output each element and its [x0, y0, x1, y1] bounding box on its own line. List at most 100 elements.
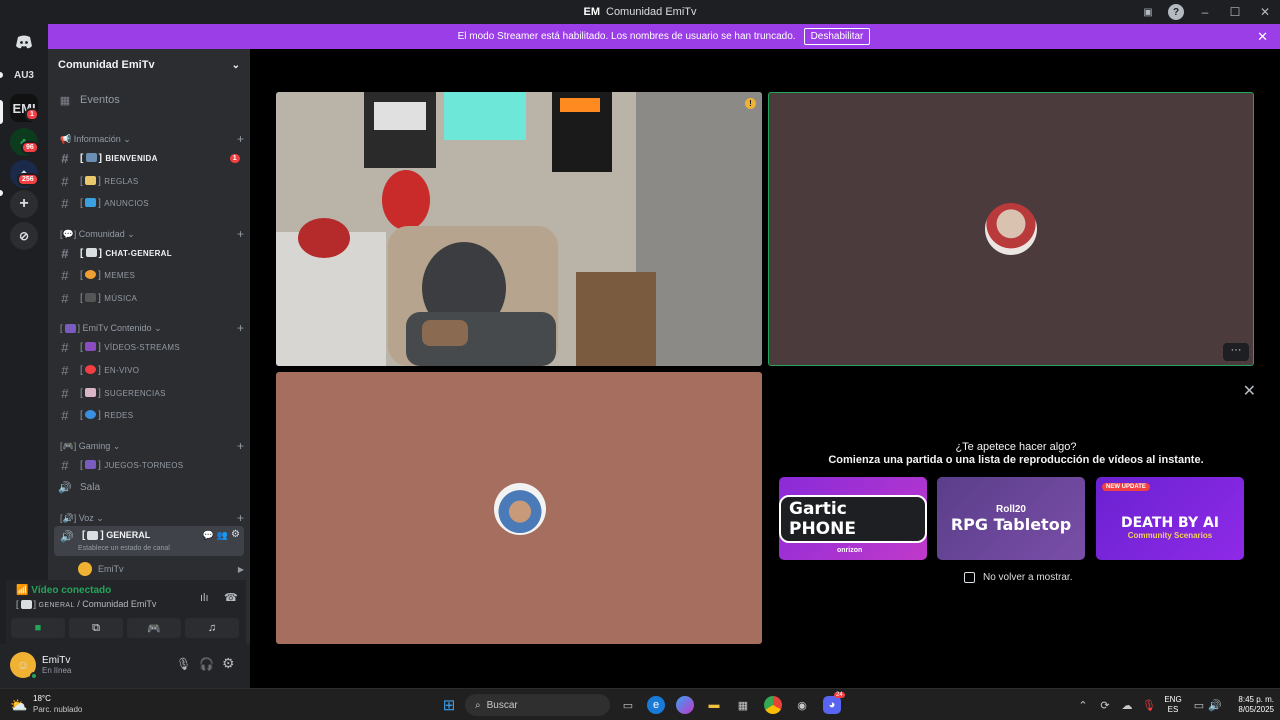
dont-show-checkbox[interactable]: No volver a mostrar. [964, 572, 1072, 583]
voice-member[interactable]: EmiTv ▶ [78, 561, 244, 577]
create-channel-icon[interactable]: + [237, 132, 244, 146]
invite-icon[interactable]: 👥 [217, 530, 228, 541]
server-au3[interactable]: AU3 [10, 61, 38, 89]
discord-taskbar-icon[interactable]: ◕ [823, 696, 841, 714]
gear-icon[interactable]: ⚙ [231, 529, 240, 540]
soundboard-button[interactable]: ♫ [185, 618, 239, 638]
channel-bienvenida-label: BIENVENIDA [105, 153, 158, 163]
disconnect-icon[interactable]: ☎ [224, 591, 238, 604]
chrome-icon[interactable] [764, 696, 782, 714]
headphones-icon[interactable]: 🎧 [199, 657, 214, 671]
video-tile-user[interactable] [276, 372, 762, 644]
gartic-title: Gartic PHONE [779, 494, 927, 543]
channel-juegos[interactable]: # [] JUEGOS-TORNEOS [56, 455, 244, 475]
category-gaming[interactable]: [🎮] Gaming ⌄ + [60, 438, 244, 454]
maximize-icon[interactable]: ☐ [1220, 5, 1250, 19]
guild-header[interactable]: Comunidad EmiTv ⌄ [48, 49, 250, 81]
channel-videos-label: VÍDEOS-STREAMS [104, 342, 181, 352]
activity-card-gartic[interactable]: Gartic PHONE onrizon [779, 477, 927, 560]
video-tile-webcam[interactable]: ! [276, 92, 762, 366]
store-icon[interactable]: ▦ [734, 696, 752, 714]
emoji-icon [85, 248, 97, 258]
channel-redes[interactable]: # [] REDES [56, 405, 244, 425]
signal-icon: 📶 [16, 585, 29, 596]
user-name[interactable]: EmiTv [42, 655, 70, 666]
language-indicator[interactable]: ENG ES [1160, 695, 1186, 715]
user-status: En línea [42, 666, 72, 675]
server-green-badge: 96 [21, 141, 39, 154]
discord-home-icon[interactable] [10, 28, 38, 56]
close-window-icon[interactable]: ✕ [1250, 5, 1280, 19]
edge-icon[interactable]: e [647, 696, 665, 714]
chevron-up-icon[interactable]: ⌃ [1074, 696, 1092, 714]
create-channel-icon[interactable]: + [237, 511, 244, 525]
disable-streamer-button[interactable]: Deshabilitar [803, 28, 871, 45]
camera-button[interactable]: ■ [11, 618, 65, 638]
close-icon[interactable]: ✕ [1243, 381, 1256, 401]
channel-memes[interactable]: # [] MEMES [56, 265, 244, 285]
category-informacion[interactable]: 📢 Información ⌄ + [60, 131, 244, 147]
activity-card-death[interactable]: NEW UPDATE DEATH BY AI Community Scenari… [1096, 477, 1244, 560]
microphone-icon[interactable]: 🎙 [176, 657, 191, 671]
sync-icon[interactable]: ⟳ [1096, 696, 1114, 714]
channel-musica[interactable]: # [] MÚSICA [56, 288, 244, 308]
help-icon[interactable]: ? [1168, 4, 1184, 20]
taskbar-search[interactable]: ⌕ Buscar [465, 694, 610, 716]
channel-sugerencias[interactable]: # [] SUGERENCIAS [56, 383, 244, 403]
user-settings-icon[interactable]: ⚙ [222, 655, 235, 672]
clock[interactable]: 8:45 p. m. 8/05/2025 [1222, 695, 1274, 715]
category-voz[interactable]: [🔊] Voz ⌄ + [60, 510, 244, 526]
close-banner-icon[interactable]: ✕ [1257, 29, 1268, 45]
speech-bubble-icon: 💬 [62, 228, 74, 239]
avatar [494, 483, 546, 535]
emoji-icon [85, 293, 97, 303]
new-update-tag: NEW UPDATE [1102, 483, 1150, 491]
channel-memes-label: MEMES [104, 270, 136, 280]
events-item[interactable]: ▦ Eventos [56, 90, 244, 110]
search-label: Buscar [486, 699, 518, 711]
add-server-icon[interactable]: + [10, 190, 38, 218]
channel-anuncios[interactable]: # [] ANUNCIOS [56, 193, 244, 213]
create-channel-icon[interactable]: + [237, 439, 244, 453]
channel-sala[interactable]: 🔊 Sala [56, 477, 244, 497]
activities-button[interactable]: 🎮 [127, 618, 181, 638]
category-voz-label: Voz [78, 512, 94, 523]
more-options-icon[interactable]: ··· [1223, 343, 1249, 361]
create-channel-icon[interactable]: + [237, 321, 244, 335]
category-contenido[interactable]: [] EmiTv Contenido ⌄ + [60, 320, 244, 336]
channel-status[interactable]: Establece un estado de canal [78, 545, 170, 552]
channel-bienvenida[interactable]: # [] BIENVENIDA 1 [56, 148, 244, 168]
explore-servers-icon[interactable]: ⊘ [10, 222, 38, 250]
windows-taskbar: ⛅ 18°C Parc. nublado ⊞ ⌕ Buscar ▭ e ▬ ▦ … [0, 688, 1280, 720]
obs-icon[interactable]: ◉ [793, 696, 811, 714]
activities-question: ¿Te apetece hacer algo? [955, 441, 1077, 453]
create-channel-icon[interactable]: + [237, 227, 244, 241]
screen-share-button[interactable]: ⧉ [69, 618, 123, 638]
activity-card-rpg[interactable]: Roll20 RPG Tabletop [937, 477, 1085, 560]
windows-start-icon[interactable]: ⊞ [440, 696, 458, 714]
voice-channel-prefix: GENERAL [38, 602, 75, 609]
window-title: Comunidad EmiTv [606, 6, 697, 18]
channel-reglas[interactable]: # [] REGLAS [56, 171, 244, 191]
file-explorer-icon[interactable]: ▬ [705, 696, 723, 714]
microphone-icon[interactable]: 🎙 [1140, 696, 1158, 714]
cloud-icon[interactable]: ☁ [1118, 696, 1136, 714]
channel-general-voice[interactable]: 🔊 [] GENERAL Establece un estado de cana… [54, 526, 244, 556]
inbox-icon[interactable]: ▣ [1140, 4, 1156, 20]
channel-chat-general[interactable]: # [] CHAT-GENERAL [56, 243, 244, 263]
chat-icon[interactable]: 💬 [203, 530, 214, 541]
noise-suppression-icon[interactable]: ılı [200, 592, 209, 604]
minimize-icon[interactable]: – [1190, 5, 1220, 19]
voice-status: 📶 Vídeo conectado [16, 585, 111, 596]
category-comunidad[interactable]: [💬] Comunidad ⌄ + [60, 226, 244, 242]
channel-videos[interactable]: # [] VÍDEOS-STREAMS [56, 337, 244, 357]
copilot-icon[interactable] [676, 696, 694, 714]
voice-member-name: EmiTv [98, 564, 124, 574]
channel-envivo[interactable]: # [] EN-VIVO [56, 360, 244, 380]
emoji-icon [85, 270, 97, 280]
video-tile-speaker[interactable]: ··· [768, 92, 1254, 366]
warning-icon[interactable]: ! [745, 98, 756, 109]
weather-icon[interactable]: ⛅ [10, 696, 28, 714]
voice-channel-info[interactable]: [] GENERAL / Comunidad EmiTv [16, 599, 156, 610]
task-view-icon[interactable]: ▭ [619, 696, 637, 714]
